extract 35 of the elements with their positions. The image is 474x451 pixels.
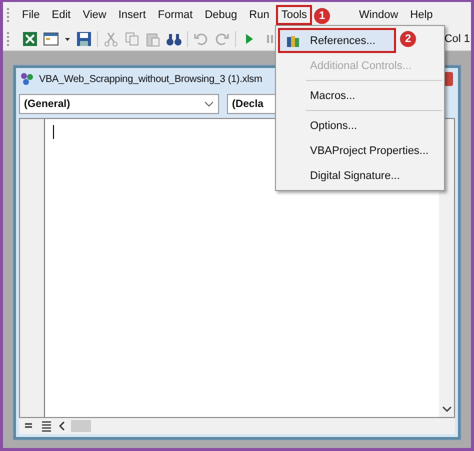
save-icon[interactable] [76,31,92,47]
cursor-position: Col 1 [444,33,470,45]
menu-item[interactable]: Format [152,5,198,25]
menu-item[interactable]: Edit [46,5,76,25]
menu-item[interactable]: Help [405,5,438,25]
form-icon[interactable] [43,31,59,47]
full-module-view-icon[interactable] [39,419,53,433]
step-badge: 1 [314,8,330,24]
menu-item[interactable]: Tools [276,5,312,25]
cut-icon[interactable] [103,31,119,47]
object-dropdown[interactable]: (General) [19,94,219,114]
menu-item[interactable]: Run [244,5,274,25]
menu-item[interactable]: File [17,5,45,25]
chevron-down-icon [204,100,214,108]
scrollbar-thumb[interactable] [71,420,91,432]
menu-option[interactable]: Digital Signature... [278,163,442,188]
vertical-scrollbar[interactable] [439,119,454,417]
menu-item[interactable]: View [78,5,112,25]
window-title: VBA_Web_Scrapping_without_Browsing_3 (1).xlsm [39,74,262,84]
paste-icon[interactable] [145,31,161,47]
chevron-left-icon[interactable] [59,421,65,431]
excel-icon[interactable] [22,31,38,47]
undo-icon[interactable] [193,31,209,47]
copy-icon[interactable] [124,31,140,47]
redo-icon[interactable] [214,31,230,47]
menu-item[interactable]: Window [354,5,404,25]
step-badge: 2 [400,31,416,47]
menu-option[interactable]: VBAProject Properties... [278,138,442,163]
menu-item[interactable]: Insert [113,5,151,25]
menu-item[interactable]: Debug [200,5,242,25]
menu-option[interactable]: Options... [278,113,442,138]
project-icon [19,71,35,87]
binoculars-icon[interactable] [166,31,182,47]
chevron-down-icon[interactable] [442,405,452,413]
menu-option[interactable]: Macros... [278,83,442,108]
